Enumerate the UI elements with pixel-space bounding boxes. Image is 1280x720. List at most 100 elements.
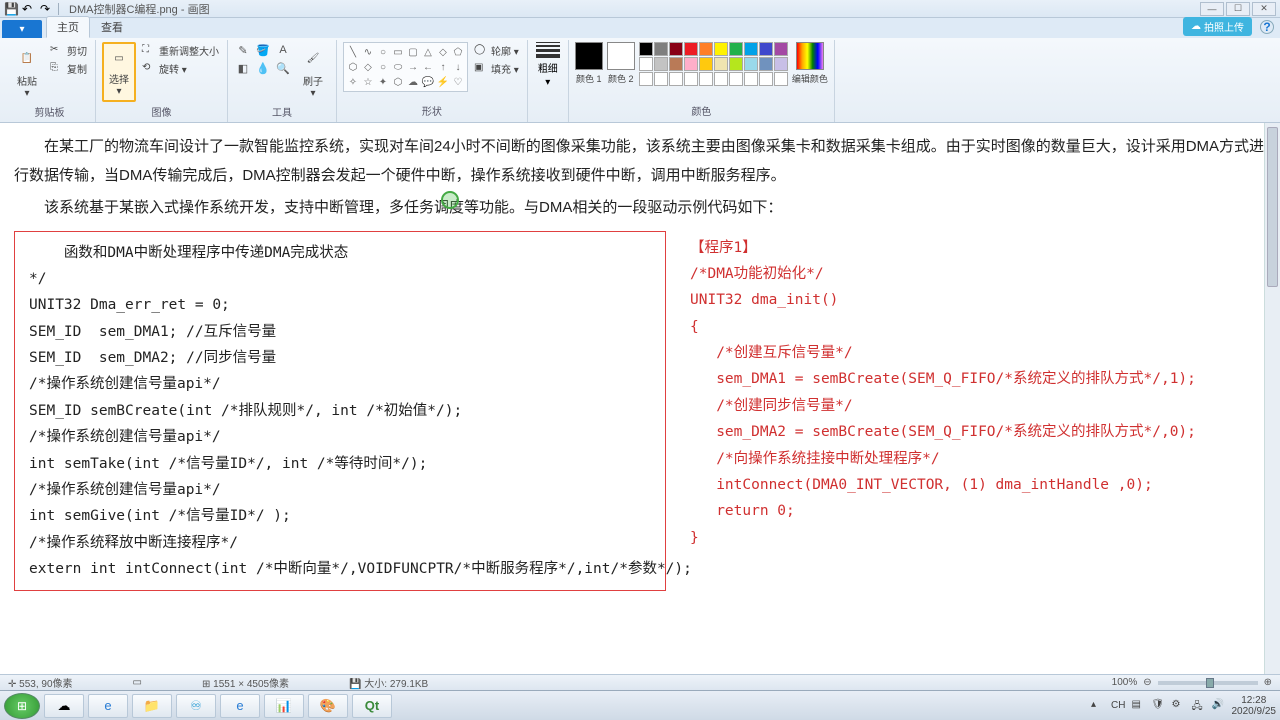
color-swatch[interactable]: [684, 72, 698, 86]
status-bar: ✛ 553, 90像素 ▭ ⊞ 1551 × 4505像素 💾 大小: 279.…: [0, 674, 1280, 690]
color-swatch[interactable]: [729, 42, 743, 56]
color-palette[interactable]: [639, 42, 788, 86]
color-swatch[interactable]: [684, 42, 698, 56]
canvas-size: ⊞ 1551 × 4505像素: [202, 675, 289, 690]
picker-tool[interactable]: 💧: [254, 60, 272, 76]
color-swatch[interactable]: [654, 42, 668, 56]
tray-icon[interactable]: 🛡: [1152, 699, 1166, 713]
color-swatch[interactable]: [714, 57, 728, 71]
cursor-position: ✛ 553, 90像素: [8, 675, 73, 690]
eraser-tool[interactable]: ◧: [234, 60, 252, 76]
color-swatch[interactable]: [669, 57, 683, 71]
color-swatch[interactable]: [714, 72, 728, 86]
color-swatch[interactable]: [774, 57, 788, 71]
scroll-thumb[interactable]: [1267, 127, 1278, 287]
resize-button[interactable]: ⛶重新调整大小: [140, 42, 221, 59]
tab-home[interactable]: 主页: [46, 16, 90, 38]
zoom-out-button[interactable]: ⊖: [1143, 677, 1151, 688]
color-swatch[interactable]: [759, 57, 773, 71]
redo-icon[interactable]: ↷: [40, 2, 54, 16]
ribbon-tabs: ▾ 主页 查看 ☁拍照上传 ?: [0, 18, 1280, 38]
zoom-in-button[interactable]: ⊕: [1264, 677, 1272, 688]
zoom-slider[interactable]: [1158, 681, 1258, 685]
taskbar-edge[interactable]: e: [220, 694, 260, 718]
taskbar-app-2[interactable]: ♾: [176, 694, 216, 718]
color-swatch[interactable]: [759, 42, 773, 56]
shape-outline-button[interactable]: ◯轮廓 ▾: [472, 42, 521, 59]
help-icon[interactable]: ?: [1260, 20, 1274, 34]
color-swatch[interactable]: [729, 72, 743, 86]
color-swatch[interactable]: [669, 72, 683, 86]
taskbar-app-1[interactable]: ☁: [44, 694, 84, 718]
group-label: 工具: [234, 102, 330, 121]
tab-view[interactable]: 查看: [90, 16, 134, 38]
taskbar-app-3[interactable]: 📊: [264, 694, 304, 718]
tray-icon[interactable]: ⚙: [1172, 699, 1186, 713]
copy-icon: ⎘: [50, 62, 64, 76]
ime-indicator[interactable]: CH: [1111, 700, 1125, 711]
color-swatch[interactable]: [639, 42, 653, 56]
taskbar-explorer[interactable]: 📁: [132, 694, 172, 718]
color-swatch[interactable]: [759, 72, 773, 86]
color-swatch[interactable]: [729, 57, 743, 71]
volume-icon[interactable]: 🔊: [1212, 699, 1226, 713]
edit-colors-button[interactable]: 编辑颜色: [792, 42, 828, 85]
maximize-button[interactable]: ☐: [1226, 2, 1250, 16]
color-swatch[interactable]: [699, 57, 713, 71]
color-swatch[interactable]: [684, 57, 698, 71]
rotate-button[interactable]: ⟲旋转 ▾: [140, 60, 221, 77]
select-button[interactable]: ▭选择▾: [102, 42, 136, 102]
paste-button[interactable]: 📋粘贴▾: [10, 42, 44, 102]
taskbar-paint[interactable]: 🎨: [308, 694, 348, 718]
fill-tool[interactable]: 🪣: [254, 42, 272, 58]
shapes-gallery[interactable]: ╲∿○▭▢△◇⬠ ⬡◇○⬭→←↑↓ ✧☆✦⬡☁💬⚡♡: [343, 42, 468, 92]
color-swatch[interactable]: [774, 72, 788, 86]
taskbar-qt[interactable]: Qt: [352, 694, 392, 718]
group-tools: ✎ 🪣 A ◧ 💧 🔍 🖌刷子▾ 工具: [228, 40, 337, 122]
minimize-button[interactable]: —: [1200, 2, 1224, 16]
undo-icon[interactable]: ↶: [22, 2, 36, 16]
start-button[interactable]: ⊞: [4, 693, 40, 719]
stroke-width-button[interactable]: 粗细▾: [534, 42, 562, 88]
separator: [58, 3, 59, 15]
shape-fill-button[interactable]: ▣填充 ▾: [472, 60, 521, 77]
text-tool[interactable]: A: [274, 42, 292, 58]
code-block-left: 函数和DMA中断处理程序中传递DMA完成状态*/UNIT32 Dma_err_r…: [14, 231, 666, 592]
resize-icon: ⛶: [142, 44, 156, 58]
canvas-area[interactable]: 在某工厂的物流车间设计了一款智能监控系统，实现对车间24小时不间断的图像采集功能…: [0, 123, 1280, 674]
tool-grid: ✎ 🪣 A ◧ 💧 🔍: [234, 42, 292, 94]
cut-button[interactable]: ✂剪切: [48, 42, 89, 59]
clock[interactable]: 12:282020/9/25: [1232, 695, 1277, 717]
outline-icon: ◯: [474, 44, 488, 58]
brush-button[interactable]: 🖌刷子▾: [296, 42, 330, 102]
color-swatch[interactable]: [654, 72, 668, 86]
vertical-scrollbar[interactable]: [1264, 123, 1280, 674]
color-swatch[interactable]: [714, 42, 728, 56]
color-swatch[interactable]: [639, 57, 653, 71]
color-swatch[interactable]: [744, 42, 758, 56]
tray-up-icon[interactable]: ▴: [1091, 699, 1105, 713]
color-swatch[interactable]: [774, 42, 788, 56]
color-swatch[interactable]: [744, 72, 758, 86]
close-button[interactable]: ✕: [1252, 2, 1276, 16]
network-icon[interactable]: 🖧: [1192, 699, 1206, 713]
color1-well[interactable]: 颜色 1: [575, 42, 603, 85]
color-swatch[interactable]: [699, 72, 713, 86]
color-swatch[interactable]: [654, 57, 668, 71]
color2-well[interactable]: 颜色 2: [607, 42, 635, 85]
taskbar-ie[interactable]: e: [88, 694, 128, 718]
save-icon[interactable]: 💾: [4, 2, 18, 16]
color-swatch[interactable]: [669, 42, 683, 56]
group-clipboard: 📋粘贴▾ ✂剪切 ⎘复制 剪贴板: [4, 40, 96, 122]
group-label: 形状: [343, 101, 521, 120]
color-swatch[interactable]: [744, 57, 758, 71]
app-menu-button[interactable]: ▾: [2, 20, 42, 38]
rotate-icon: ⟲: [142, 62, 156, 76]
color-swatch[interactable]: [699, 42, 713, 56]
color-swatch[interactable]: [639, 72, 653, 86]
cloud-upload-button[interactable]: ☁拍照上传: [1183, 17, 1252, 36]
copy-button[interactable]: ⎘复制: [48, 60, 89, 77]
tray-icon[interactable]: ▤: [1132, 699, 1146, 713]
pencil-tool[interactable]: ✎: [234, 42, 252, 58]
magnify-tool[interactable]: 🔍: [274, 60, 292, 76]
